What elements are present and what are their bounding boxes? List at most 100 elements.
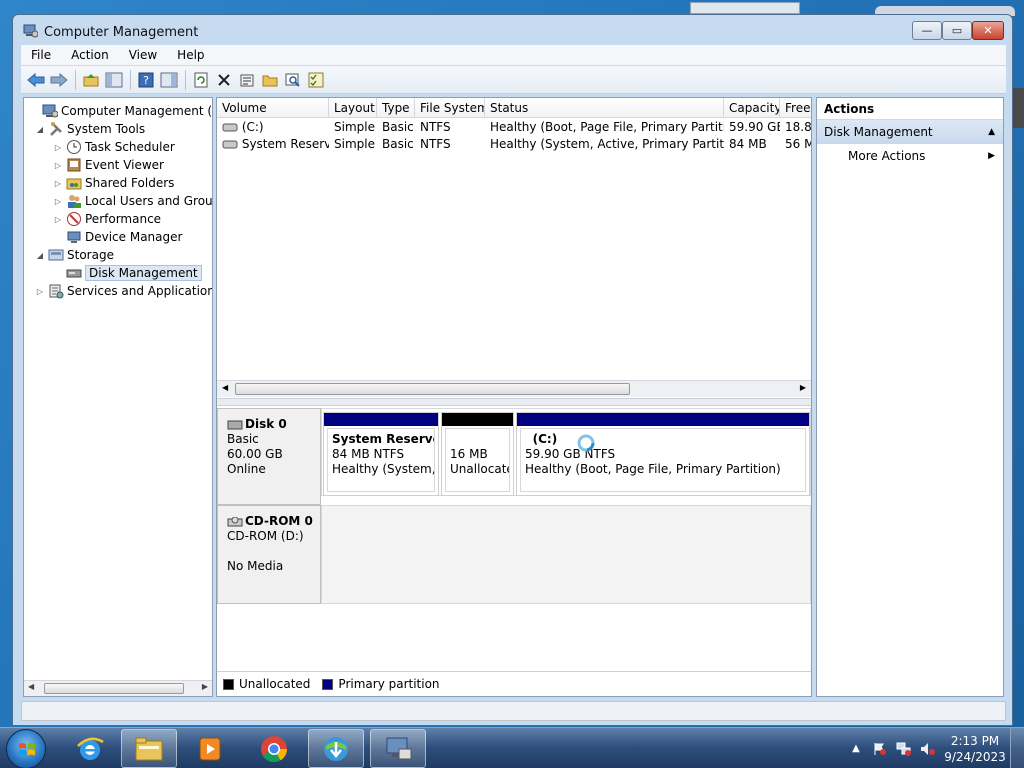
tree-item-task-scheduler[interactable]: ▷ Task Scheduler [52,138,175,156]
taskbar-file-explorer[interactable] [121,729,177,768]
maximize-button[interactable]: ▭ [942,21,972,40]
toolbar: ? [21,66,1006,94]
forward-button[interactable] [48,69,70,91]
column-volume[interactable]: Volume [217,98,329,118]
clock[interactable]: 2:13 PM 9/24/2023 [940,733,1010,765]
title-bar[interactable]: Computer Management — ▭ ✕ [13,15,1012,47]
open-button[interactable] [259,69,281,91]
tree-expander[interactable]: ◢ [34,125,46,134]
column-free[interactable]: Free [780,98,811,118]
disk-graphical-view: Disk 0 Basic 60.00 GB Online System Rese… [217,408,811,678]
taskbar-computer-management[interactable] [370,729,426,768]
delete-button[interactable] [213,69,235,91]
tree-item-computer-management[interactable]: Computer Management (Local [28,102,212,120]
action-center-icon[interactable] [871,740,889,758]
volume-icon[interactable] [919,740,937,758]
disk-properties-button[interactable] [305,69,327,91]
minimize-button[interactable]: — [912,21,942,40]
cdrom-0-label[interactable]: CD-ROM 0 CD-ROM (D:) No Media [217,505,321,604]
tree-item-device-manager[interactable]: Device Manager [52,228,182,246]
cdrom-0-media-area[interactable] [321,505,811,604]
menu-help[interactable]: Help [167,48,214,62]
flag-alert-icon [874,742,886,755]
tree-item-performance[interactable]: ▷ Performance [52,210,161,228]
tree-expander[interactable]: ▷ [52,161,64,170]
tree-item-system-tools[interactable]: ◢ System Tools [34,120,145,138]
tree-expander[interactable]: ▷ [52,143,64,152]
menu-file[interactable]: File [21,48,61,62]
partition-status: Unallocated [450,462,509,476]
volume-list-horizontal-scrollbar[interactable]: ◀ ▶ [217,380,811,397]
pane-splitter[interactable] [217,398,811,406]
show-hidden-icons-button[interactable]: ▲ [847,740,865,758]
scroll-thumb[interactable] [44,683,184,694]
network-icon[interactable] [895,740,913,758]
table-row[interactable]: (C:) Simple Basic NTFS Healthy (Boot, Pa… [217,119,811,136]
folder-up-icon [83,73,99,86]
refresh-button[interactable] [190,69,212,91]
show-hide-action-pane-button[interactable] [158,69,180,91]
column-status[interactable]: Status [485,98,724,118]
taskbar-chrome[interactable] [246,729,302,768]
start-button[interactable] [6,729,46,768]
tree-label: Task Scheduler [85,140,175,154]
tree-item-services-and-applications[interactable]: ▷ Services and Applications [34,282,212,300]
console-tree[interactable]: Computer Management (Local ◢ System Tool… [23,97,213,697]
scroll-left-icon[interactable]: ◀ [222,383,228,392]
chrome-icon [261,735,288,762]
tree-horizontal-scrollbar[interactable]: ◀ ▶ [24,680,212,696]
partition-system-reserved[interactable]: System Reserved 84 MB NTFS Healthy (Syst… [323,412,439,496]
partition-c-drive[interactable]: (C:) 59.90 GB NTFS Healthy (Boot, Page F… [516,412,810,496]
event-viewer-icon [67,158,81,172]
table-row[interactable]: System Reserved Simple Basic NTFS Health… [217,136,811,153]
background-window[interactable] [690,2,800,14]
file-explorer-icon [135,737,163,760]
taskbar-download-manager[interactable] [308,729,364,768]
taskbar-internet-explorer[interactable] [62,729,118,768]
tree-expander[interactable]: ▷ [52,179,64,188]
disk-0-label[interactable]: Disk 0 Basic 60.00 GB Online [217,408,321,505]
properties-icon [240,74,254,86]
scroll-right-icon[interactable]: ▶ [202,682,208,691]
tree-expander[interactable]: ▷ [52,215,64,224]
partition-title: System Reserved [332,432,434,446]
tree-item-shared-folders[interactable]: ▷ Shared Folders [52,174,174,192]
scroll-right-icon[interactable]: ▶ [800,383,806,392]
column-file-system[interactable]: File System [415,98,485,118]
menu-action[interactable]: Action [61,48,119,62]
partition-unallocated[interactable]: 16 MB Unallocated [441,412,514,496]
tree-item-disk-management[interactable]: Disk Management [52,264,202,282]
menu-view[interactable]: View [119,48,167,62]
back-button[interactable] [25,69,47,91]
search-button[interactable] [282,69,304,91]
legend-swatch-unallocated [223,678,234,690]
taskbar-media-player[interactable] [182,729,238,768]
more-actions-item[interactable]: More Actions ▶ [817,144,1003,168]
show-hide-tree-button[interactable] [103,69,125,91]
show-desktop-button[interactable] [1010,728,1024,768]
properties-button[interactable] [236,69,258,91]
tree-item-event-viewer[interactable]: ▷ Event Viewer [52,156,164,174]
storage-icon [48,249,64,261]
partition-bar [517,413,809,426]
collapse-icon[interactable]: ▲ [988,120,995,144]
clock-time: 2:13 PM [950,733,1000,748]
close-button[interactable]: ✕ [972,21,1004,40]
up-one-level-button[interactable] [80,69,102,91]
actions-section-disk-management[interactable]: Disk Management ▲ [817,120,1003,144]
column-capacity[interactable]: Capacity [724,98,780,118]
partition-size: 16 MB [450,447,488,461]
scroll-thumb[interactable] [235,383,630,395]
column-type[interactable]: Type [377,98,415,118]
partition-size: 84 MB NTFS [332,447,405,461]
tree-item-local-users-and-groups[interactable]: ▷ Local Users and Groups [52,192,212,210]
scroll-left-icon[interactable]: ◀ [28,682,34,691]
layout-cell: Simple [334,137,375,151]
tree-expander[interactable]: ◢ [34,251,46,260]
windows-logo-icon [19,743,35,756]
column-layout[interactable]: Layout [329,98,377,118]
tree-item-storage[interactable]: ◢ Storage [34,246,114,264]
tree-expander[interactable]: ▷ [34,287,46,296]
help-button[interactable]: ? [135,69,157,91]
tree-expander[interactable]: ▷ [52,197,64,206]
